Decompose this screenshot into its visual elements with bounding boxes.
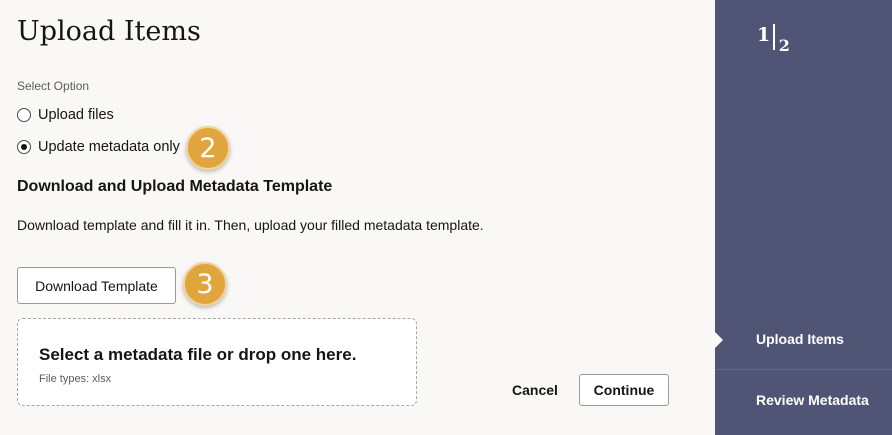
file-dropzone[interactable]: Select a metadata file or drop one here.… [17,318,417,406]
section-heading: Download and Upload Metadata Template [17,178,333,195]
step-counter: 1 2 [757,24,790,55]
cancel-button[interactable]: Cancel [505,374,565,406]
radio-upload-files[interactable]: Upload files [17,107,114,123]
dropzone-title: Select a metadata file or drop one here. [39,345,357,364]
radio-button-checked[interactable] [17,140,31,154]
step-separator [773,24,775,50]
main-panel: Upload Items Select Option Upload files … [0,0,715,435]
step-current: 1 [757,24,771,46]
page-title: Upload Items [17,16,201,47]
radio-button[interactable] [17,108,31,122]
step-total: 2 [778,36,790,55]
train-stop-sidebar: 1 2 Upload Items Review Metadata [714,0,892,435]
radio-label: Upload files [38,107,114,123]
select-option-label: Select Option [17,79,90,93]
download-template-button[interactable]: Download Template [17,267,176,304]
radio-label: Update metadata only [38,139,180,155]
radio-update-metadata-only[interactable]: Update metadata only [17,139,180,155]
callout-badge-3: 3 [183,262,227,306]
section-description: Download template and fill it in. Then, … [17,217,484,233]
continue-button[interactable]: Continue [579,374,669,406]
sidebar-header [715,0,892,298]
step-upload-items[interactable]: Upload Items [756,331,844,347]
dropzone-file-types: File types: xlsx [39,373,112,385]
step-divider [715,369,892,370]
step-review-metadata[interactable]: Review Metadata [756,392,869,408]
callout-badge-2: 2 [186,126,230,170]
active-step-caret-icon [714,331,723,349]
